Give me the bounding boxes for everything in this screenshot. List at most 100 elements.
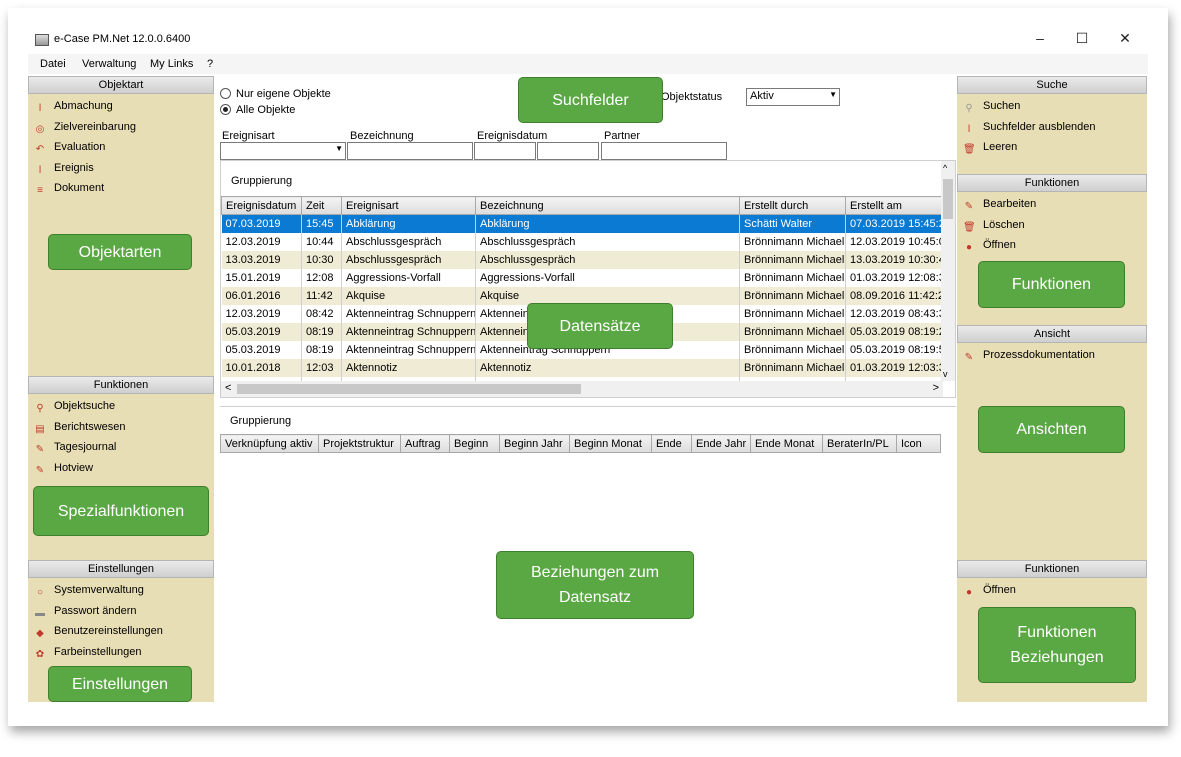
- sidebar-item-abmachung[interactable]: ǀ Abmachung: [34, 97, 113, 115]
- close-button[interactable]: ✕: [1115, 28, 1135, 48]
- menu-verwaltung[interactable]: Verwaltung: [82, 58, 136, 70]
- table-row[interactable]: 07.03.2019 15:45 Abklärung Abklärung Schätti…: [221, 214, 942, 233]
- scroll-down-icon[interactable]: v: [943, 369, 948, 379]
- table-row[interactable]: 10.01.2018 12:03 Aktennotiz Aktennotiz Brönn…: [221, 358, 942, 377]
- column-header-beginn-jahr[interactable]: Beginn Jahr: [499, 434, 570, 453]
- column-header-ereignisdatum[interactable]: Ereignisdatum: [221, 196, 302, 215]
- table-row[interactable]: 06.01.2016 11:42 Akquise Akquise Brönnimann …: [221, 286, 942, 305]
- sidebar-item-berichtswesen[interactable]: ▤ Berichtswesen: [34, 418, 126, 436]
- table-cell: 08:19: [301, 340, 342, 359]
- column-header-auftrag[interactable]: Auftrag: [400, 434, 450, 453]
- table-cell: Abschlussgespräch: [341, 232, 476, 251]
- sidebar-item-hotview[interactable]: ✎ Hotview: [34, 459, 93, 477]
- table-cell: Brönnimann Michael: [739, 286, 846, 305]
- table-cell: Brönnimann Michael: [739, 322, 846, 341]
- table-cell: Akquise: [341, 286, 476, 305]
- column-header-projektstruktur[interactable]: Projektstruktur: [318, 434, 401, 453]
- sidebar-item-passwort-andern[interactable]: ▬ Passwort ändern: [34, 602, 137, 620]
- table-cell: 12:03: [301, 358, 342, 377]
- sidebar-item-zielvereinbarung[interactable]: ◎ Zielvereinbarung: [34, 118, 136, 136]
- sidebar-item-dokument[interactable]: ≡ Dokument: [34, 179, 104, 197]
- vertical-scroll-thumb[interactable]: [943, 179, 953, 219]
- relations-grid: Gruppierung Verknüpfung aktiv Projektstru…: [220, 406, 956, 708]
- pin-icon: ǀ: [38, 164, 42, 176]
- table-cell: 07.03.2019: [221, 214, 302, 233]
- sidebar-item-ereignis[interactable]: ǀ Ereignis: [34, 159, 94, 177]
- sidebar-item-offnen[interactable]: ● Öffnen: [963, 581, 1016, 599]
- column-header-bezeichnung[interactable]: Bezeichnung: [475, 196, 740, 215]
- sidebar-item-objektsuche[interactable]: ⚲ Objektsuche: [34, 397, 115, 415]
- column-header-ende[interactable]: Ende: [651, 434, 692, 453]
- sidebar-item-tagesjournal[interactable]: ✎ Tagesjournal: [34, 438, 117, 456]
- table-row[interactable]: 13.03.2019 10:30 Abschlussgespräch Abschlus…: [221, 250, 942, 269]
- sidebar-item-offnen[interactable]: ● Öffnen: [963, 236, 1016, 254]
- scroll-up-icon[interactable]: ^: [943, 163, 947, 173]
- open-icon: ●: [965, 587, 973, 598]
- objektstatus-label: Objektstatus: [661, 91, 723, 103]
- objektstatus-select[interactable]: Aktiv ▼: [746, 88, 840, 106]
- sidebar-item-label: Benutzereinstellungen: [54, 625, 163, 637]
- table-cell: 12.03.2019: [221, 232, 302, 251]
- sidebar-item-evaluation[interactable]: ↶ Evaluation: [34, 138, 106, 156]
- left-sidebar: Objektart ǀ Abmachung ◎ Zielvereinbarung ↶ Ev…: [28, 76, 214, 702]
- maximize-button[interactable]: ☐: [1072, 28, 1092, 48]
- funktionen-header-left: Funktionen: [28, 376, 214, 394]
- column-header-ende-jahr[interactable]: Ende Jahr: [691, 434, 751, 453]
- sidebar-item-bearbeiten[interactable]: ✎ Bearbeiten: [963, 195, 1036, 213]
- menu-my-links[interactable]: My Links: [150, 58, 193, 70]
- radio-own-label: Nur eigene Objekte: [236, 88, 331, 100]
- minimize-button[interactable]: –: [1030, 28, 1050, 48]
- ereignisdatum-from-input[interactable]: [474, 142, 536, 160]
- search-icon: ⚲: [36, 403, 44, 414]
- horizontal-scroll-thumb[interactable]: [237, 384, 581, 394]
- radio-own-objects[interactable]: Nur eigene Objekte: [220, 88, 331, 100]
- sidebar-item-label: Löschen: [983, 218, 1025, 231]
- sidebar-item-suchfelder-ausblenden[interactable]: ǀ Suchfelder ausblenden: [963, 118, 1096, 136]
- horizontal-scrollbar[interactable]: < >: [221, 381, 943, 397]
- table-row[interactable]: 12.03.2019 10:44 Abschlussgespräch Abschlus…: [221, 232, 942, 251]
- radio-all-objects[interactable]: Alle Objekte: [220, 104, 295, 116]
- column-header-beginn-monat[interactable]: Beginn Monat: [569, 434, 652, 453]
- sidebar-item-suchen[interactable]: ⚲ Suchen: [963, 97, 1020, 115]
- ansicht-header: Ansicht: [957, 325, 1147, 343]
- menu-datei[interactable]: Datei: [40, 58, 66, 70]
- column-header-erstellt-am[interactable]: Erstellt am: [845, 196, 942, 215]
- sidebar-item-label: Berichtswesen: [54, 420, 126, 433]
- sidebar-item-label: Objektsuche: [54, 400, 116, 412]
- sidebar-item-prozessdokumentation[interactable]: ✎ Prozessdokumentation: [963, 346, 1095, 364]
- vertical-scrollbar[interactable]: ^ v: [941, 161, 955, 381]
- document-icon: ≡: [37, 185, 43, 196]
- target-icon: ◎: [35, 123, 45, 135]
- table-cell: Aktenneintrag Schnuppern: [341, 340, 476, 359]
- column-header-ende-monat[interactable]: Ende Monat: [750, 434, 823, 453]
- ereignisdatum-to-input[interactable]: [537, 142, 599, 160]
- partner-input[interactable]: [601, 142, 727, 160]
- ereignisart-select[interactable]: ▼: [220, 142, 346, 160]
- open-icon: ●: [965, 242, 973, 253]
- sidebar-item-systemverwaltung[interactable]: ○ Systemverwaltung: [34, 581, 144, 599]
- column-header-verknupfung-aktiv[interactable]: Verknüpfung aktiv: [220, 434, 319, 453]
- sidebar-item-leeren[interactable]: 🗑 Leeren: [963, 138, 1017, 156]
- column-header-icon[interactable]: Icon: [896, 434, 941, 453]
- sidebar-item-benutzereinstellungen[interactable]: ◆ Benutzereinstellungen: [34, 622, 163, 640]
- table-row[interactable]: 15.01.2019 12:08 Aggressions-Vorfall Aggres…: [221, 268, 942, 287]
- column-header-ereignisart[interactable]: Ereignisart: [341, 196, 476, 215]
- column-header-beraterin-pl[interactable]: BeraterIn/PL: [822, 434, 897, 453]
- scroll-left-icon[interactable]: <: [225, 382, 231, 394]
- sidebar-item-loschen[interactable]: 🗑 Löschen: [963, 216, 1025, 234]
- column-header-zeit[interactable]: Zeit: [301, 196, 342, 215]
- menu-help[interactable]: ?: [207, 58, 213, 70]
- color-settings-icon: ✿: [35, 648, 45, 660]
- table-cell: Aktennotiz: [341, 358, 476, 377]
- table-cell: 11:42: [301, 286, 342, 305]
- table-cell: 15:45: [301, 214, 342, 233]
- scroll-right-icon[interactable]: >: [933, 382, 939, 394]
- column-header-beginn[interactable]: Beginn: [449, 434, 500, 453]
- sidebar-item-farbeinstellungen[interactable]: ✿ Farbeinstellungen: [34, 643, 142, 661]
- table-cell: Aktenneintrag Schnuppern: [341, 304, 476, 323]
- column-header-erstellt-durch[interactable]: Erstellt durch: [739, 196, 846, 215]
- sidebar-item-label: Passwort ändern: [54, 604, 137, 617]
- bezeichnung-input[interactable]: [347, 142, 473, 160]
- pin-icon: ǀ: [38, 103, 42, 114]
- table-cell: 12.03.2019 10:45:0: [845, 232, 942, 251]
